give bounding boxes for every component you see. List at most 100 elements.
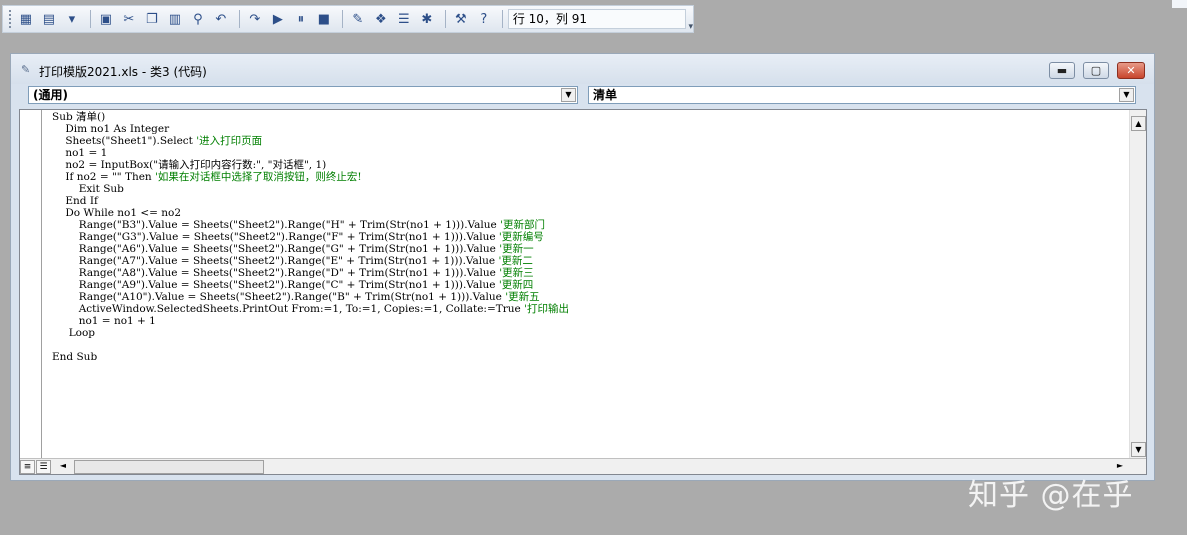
toolbar-area: ▦ ▤ ▾ ▣ ✂ ❐ ▥ ⚲ ↶ ↷ ▶ ⏸ ■ ✎ ❖ ☰ ✱ ⚒? 行 10，列 91 ▾ xyxy=(0,0,1187,42)
dropdown-arrow-icon[interactable]: ▾ xyxy=(62,9,82,29)
code-line[interactable]: Loop xyxy=(52,327,1122,339)
code-comment: '如果在对话框中选择了取消按钮，则终止宏! xyxy=(155,171,362,183)
scroll-down-button[interactable]: ▼ xyxy=(1131,442,1146,457)
code-line[interactable]: Do While no1 <= no2 xyxy=(52,207,1122,219)
code-line[interactable]: Range("A10").Value = Sheets("Sheet2").Ra… xyxy=(52,291,1122,303)
scroll-left-button[interactable]: ◄ xyxy=(56,460,70,474)
toolbar-options-icon[interactable]: ▾ xyxy=(688,22,693,32)
code-line[interactable]: Sub 清单() xyxy=(52,111,1122,123)
vertical-scrollbar[interactable]: ▲ ▼ xyxy=(1129,110,1146,458)
code-window-titlebar[interactable]: ✎ 打印模版2021.xls - 类3 (代码) ▬ ▢ ✕ xyxy=(11,54,1154,84)
toolbar-separator xyxy=(501,10,503,28)
cut-icon[interactable]: ✂ xyxy=(119,9,139,29)
code-line[interactable]: End If xyxy=(52,195,1122,207)
code-statement: Loop xyxy=(52,327,96,339)
toolbar-separator xyxy=(238,10,240,28)
paste-icon[interactable]: ▥ xyxy=(165,9,185,29)
toolbar-separator xyxy=(444,10,446,28)
code-statement: no1 = 1 xyxy=(52,147,108,159)
design-mode-icon[interactable]: ✎ xyxy=(348,9,368,29)
code-statement: no2 = InputBox("请输入打印内容行数:", "对话框", 1) xyxy=(52,159,327,171)
code-line[interactable]: no2 = InputBox("请输入打印内容行数:", "对话框", 1) xyxy=(52,159,1122,171)
code-comment: '更新二 xyxy=(498,255,533,267)
undo-icon[interactable]: ↶ xyxy=(211,9,231,29)
code-line[interactable]: Dim no1 As Integer xyxy=(52,123,1122,135)
procedure-view-button[interactable]: ≡ xyxy=(20,460,35,474)
code-line[interactable]: no1 = no1 + 1 xyxy=(52,315,1122,327)
redo-icon[interactable]: ↷ xyxy=(245,9,265,29)
object-dropdown-value: (通用) xyxy=(33,88,68,102)
help-icon[interactable]: ? xyxy=(474,9,494,29)
scroll-up-button[interactable]: ▲ xyxy=(1131,116,1146,131)
code-statement: Range("A7").Value = Sheets("Sheet2").Ran… xyxy=(52,255,499,267)
procedure-dropdown-value: 清单 xyxy=(593,88,618,102)
excel-icon[interactable]: ▦ xyxy=(16,9,36,29)
maximize-button[interactable]: ▢ xyxy=(1083,62,1109,79)
cursor-position: 行 10，列 91 xyxy=(507,9,687,29)
close-button[interactable]: ✕ xyxy=(1117,62,1145,79)
reset-icon[interactable]: ■ xyxy=(314,9,334,29)
save-icon[interactable]: ▣ xyxy=(96,9,116,29)
code-statement: Range("A8").Value = Sheets("Sheet2").Ran… xyxy=(52,267,500,279)
zhihu-watermark: 知乎 @在乎 xyxy=(968,478,1134,513)
code-line[interactable]: Range("A9").Value = Sheets("Sheet2").Ran… xyxy=(52,279,1122,291)
code-statement: End Sub xyxy=(52,351,98,363)
insert-userform-icon[interactable]: ▤ xyxy=(39,9,59,29)
toolbox-icon[interactable]: ⚒ xyxy=(451,9,471,29)
object-dropdown[interactable]: (通用) ▼ xyxy=(28,86,578,104)
code-statement: Range("B3").Value = Sheets("Sheet2").Ran… xyxy=(52,219,501,231)
code-line[interactable] xyxy=(52,339,1122,351)
properties-icon[interactable]: ☰ xyxy=(394,9,414,29)
chevron-down-icon[interactable]: ▼ xyxy=(1119,88,1134,102)
code-window: ✎ 打印模版2021.xls - 类3 (代码) ▬ ▢ ✕ (通用) ▼ 清单… xyxy=(10,53,1155,481)
code-statement: If no2 = "" Then xyxy=(52,171,156,183)
code-statement: Sub 清单() xyxy=(52,111,106,123)
copy-icon[interactable]: ❐ xyxy=(142,9,162,29)
code-statement: Range("A9").Value = Sheets("Sheet2").Ran… xyxy=(52,279,499,291)
code-line[interactable]: Range("G3").Value = Sheets("Sheet2").Ran… xyxy=(52,231,1122,243)
window-title: 打印模版2021.xls - 类3 (代码) xyxy=(39,65,207,79)
toolbar-grip[interactable] xyxy=(9,10,12,28)
secondary-toolbar xyxy=(1172,0,1187,8)
code-line[interactable]: no1 = 1 xyxy=(52,147,1122,159)
code-line[interactable]: ActiveWindow.SelectedSheets.PrintOut Fro… xyxy=(52,303,1122,315)
code-text[interactable]: Sub 清单() Dim no1 As Integer Sheets("Shee… xyxy=(52,111,1122,456)
code-line[interactable]: If no2 = "" Then '如果在对话框中选择了取消按钮，则终止宏! xyxy=(52,171,1122,183)
code-statement: End If xyxy=(52,195,98,207)
code-statement: Range("A6").Value = Sheets("Sheet2").Ran… xyxy=(52,243,500,255)
code-statement: ActiveWindow.SelectedSheets.PrintOut Fro… xyxy=(52,303,525,315)
code-line[interactable]: End Sub xyxy=(52,351,1122,363)
run-icon[interactable]: ▶ xyxy=(268,9,288,29)
code-comment: '更新五 xyxy=(505,291,540,303)
code-editor[interactable]: Sub 清单() Dim no1 As Integer Sheets("Shee… xyxy=(19,109,1147,475)
code-window-icon: ✎ xyxy=(21,63,31,76)
code-comment: '进入打印页面 xyxy=(196,135,263,147)
code-statement: Sheets("Sheet1").Select xyxy=(52,135,197,147)
code-line[interactable]: Range("A8").Value = Sheets("Sheet2").Ran… xyxy=(52,267,1122,279)
code-comment: '更新部门 xyxy=(500,219,545,231)
break-icon[interactable]: ⏸ xyxy=(291,9,311,29)
find-icon[interactable]: ⚲ xyxy=(188,9,208,29)
minimize-button[interactable]: ▬ xyxy=(1049,62,1075,79)
code-line[interactable]: Range("A6").Value = Sheets("Sheet2").Ran… xyxy=(52,243,1122,255)
procedure-dropdown[interactable]: 清单 ▼ xyxy=(588,86,1136,104)
code-comment: '更新四 xyxy=(498,279,534,291)
object-browser-icon[interactable]: ✱ xyxy=(417,9,437,29)
toolbar-separator xyxy=(341,10,343,28)
code-line[interactable]: Range("A7").Value = Sheets("Sheet2").Ran… xyxy=(52,255,1122,267)
code-comment: '更新编号 xyxy=(498,231,544,243)
full-module-view-button[interactable]: ☰ xyxy=(36,460,51,474)
chevron-down-icon[interactable]: ▼ xyxy=(561,88,576,102)
margin-indicator-bar[interactable] xyxy=(20,110,42,458)
code-comment: '打印输出 xyxy=(524,303,569,315)
horizontal-scroll-thumb[interactable] xyxy=(74,460,264,474)
code-line[interactable]: Range("B3").Value = Sheets("Sheet2").Ran… xyxy=(52,219,1122,231)
code-line[interactable]: Exit Sub xyxy=(52,183,1122,195)
project-explorer-icon[interactable]: ❖ xyxy=(371,9,391,29)
toolbar-buttons: ▦ ▤ ▾ ▣ ✂ ❐ ▥ ⚲ ↶ ↷ ▶ ⏸ ■ ✎ ❖ ☰ ✱ ⚒? xyxy=(16,9,508,29)
code-statement: no1 = no1 + 1 xyxy=(52,315,156,327)
standard-toolbar: ▦ ▤ ▾ ▣ ✂ ❐ ▥ ⚲ ↶ ↷ ▶ ⏸ ■ ✎ ❖ ☰ ✱ ⚒? 行 10，列 91 ▾ xyxy=(2,5,694,33)
code-statement: Do While no1 <= no2 xyxy=(52,207,182,219)
code-line[interactable]: Sheets("Sheet1").Select '进入打印页面 xyxy=(52,135,1122,147)
code-comment: '更新一 xyxy=(499,243,534,255)
